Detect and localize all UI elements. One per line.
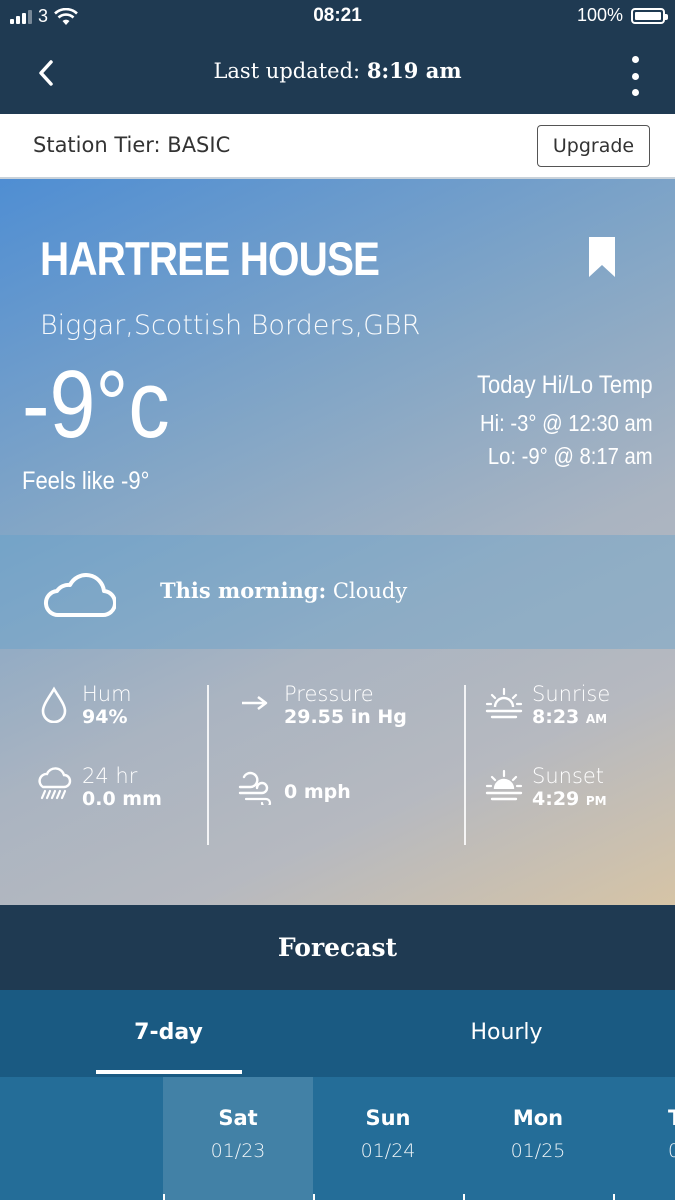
forecast-title: Forecast — [0, 905, 675, 990]
cloud-icon — [44, 573, 116, 618]
sunrise-stat: Sunrise 8:23 AM — [484, 682, 611, 729]
battery-percent: 100% — [576, 5, 623, 25]
wind-icon — [238, 771, 272, 805]
today-hilo: Today Hi/Lo Temp Hi: -3° @ 12:30 am Lo: … — [477, 371, 653, 476]
condition-text: This morning: Cloudy — [160, 578, 407, 603]
pressure-label: Pressure — [284, 682, 374, 706]
condition-value: Cloudy — [326, 579, 408, 603]
forecast-day[interactable]: Sat 01/23 — [163, 1077, 313, 1200]
rain-label: 24 hr — [82, 764, 138, 788]
day-name: Sun — [365, 1106, 411, 1130]
station-tier-bar: Station Tier: BASIC Upgrade — [0, 114, 675, 179]
sunset-value: 4:29 PM — [532, 788, 607, 811]
arrow-right-icon — [242, 696, 268, 710]
bookmark-icon[interactable] — [589, 237, 615, 277]
divider — [464, 685, 466, 845]
day-name: T — [668, 1106, 675, 1130]
day-date: 01/25 — [510, 1140, 566, 1162]
divider — [207, 685, 209, 845]
current-temperature: -9°c — [22, 351, 170, 458]
day-tick — [163, 1194, 165, 1200]
wind-value: 0 mph — [284, 781, 351, 803]
day-date: 01/23 — [210, 1140, 266, 1162]
upgrade-button[interactable]: Upgrade — [537, 125, 650, 167]
more-vertical-icon — [631, 56, 639, 63]
sunrise-value: 8:23 AM — [532, 706, 610, 729]
day-tick — [313, 1194, 315, 1200]
pressure-value: 29.55 in Hg — [284, 706, 407, 729]
sunrise-time: 8:23 — [532, 706, 580, 729]
rain-icon — [38, 767, 72, 800]
tab-hourly[interactable]: Hourly — [338, 1020, 675, 1045]
active-tab-indicator — [96, 1070, 242, 1074]
rain-stat: 24 hr 0.0 mm — [34, 764, 162, 811]
day-tick — [463, 1194, 465, 1200]
forecast-days: Sat 01/23 Sun 01/24 Mon 01/25 T 01 — [0, 1077, 675, 1200]
more-options-button[interactable] — [617, 56, 653, 96]
sunrise-label: Sunrise — [532, 682, 611, 706]
forecast-day[interactable]: Sun 01/24 — [313, 1077, 463, 1200]
feels-like: Feels like -9° — [22, 467, 150, 495]
hi-temp: Hi: -3° @ 12:30 am — [480, 410, 653, 436]
day-name: Sat — [218, 1106, 258, 1130]
last-updated: Last updated: 8:19 am — [0, 58, 675, 83]
lo-temp: Lo: -9° @ 8:17 am — [488, 443, 653, 469]
day-date: 01 — [668, 1140, 675, 1162]
forecast-day[interactable]: Mon 01/25 — [463, 1077, 613, 1200]
status-time: 08:21 — [313, 5, 362, 26]
tab-7-day[interactable]: 7-day — [0, 1020, 337, 1045]
status-bar: 3 08:21 100% — [0, 0, 675, 34]
day-date: 01/24 — [360, 1140, 416, 1162]
station-name: HARTREE HOUSE — [40, 232, 380, 285]
stats-grid: Hum 94% 24 hr 0.0 mm Pressure 29.55 in H… — [0, 649, 675, 905]
sunset-stat: Sunset 4:29 PM — [484, 764, 607, 811]
condition-band: This morning: Cloudy — [0, 535, 675, 649]
station-tier-label: Station Tier: BASIC — [33, 133, 231, 157]
hilo-title: Today Hi/Lo Temp — [477, 371, 653, 399]
forecast-day[interactable]: T 01 — [613, 1077, 675, 1200]
last-updated-time: 8:19 am — [366, 58, 462, 83]
rain-value: 0.0 mm — [82, 788, 162, 811]
humidity-label: Hum — [82, 682, 132, 706]
condition-label: This morning: — [160, 578, 327, 603]
sunset-time: 4:29 — [532, 788, 580, 811]
sunset-ampm: PM — [585, 794, 607, 809]
battery-icon — [631, 7, 668, 24]
status-right: 100% — [576, 5, 668, 26]
water-drop-icon — [41, 686, 67, 723]
sunset-icon — [485, 769, 523, 801]
day-tick — [613, 1194, 615, 1200]
pressure-stat: Pressure 29.55 in Hg — [236, 682, 407, 729]
humidity-stat: Hum 94% — [34, 682, 132, 729]
sunset-label: Sunset — [532, 764, 605, 788]
station-location: Biggar,Scottish Borders,GBR — [40, 310, 421, 341]
last-updated-label: Last updated: — [213, 59, 367, 83]
humidity-value: 94% — [82, 706, 128, 729]
sunrise-ampm: AM — [585, 712, 608, 727]
forecast-tabs: 7-day Hourly — [0, 990, 675, 1077]
current-conditions: HARTREE HOUSE Biggar,Scottish Borders,GB… — [0, 179, 675, 905]
wind-stat: 0 mph — [236, 765, 351, 805]
nav-bar: Last updated: 8:19 am — [0, 34, 675, 114]
day-name: Mon — [512, 1106, 564, 1130]
sunrise-icon — [485, 687, 523, 719]
